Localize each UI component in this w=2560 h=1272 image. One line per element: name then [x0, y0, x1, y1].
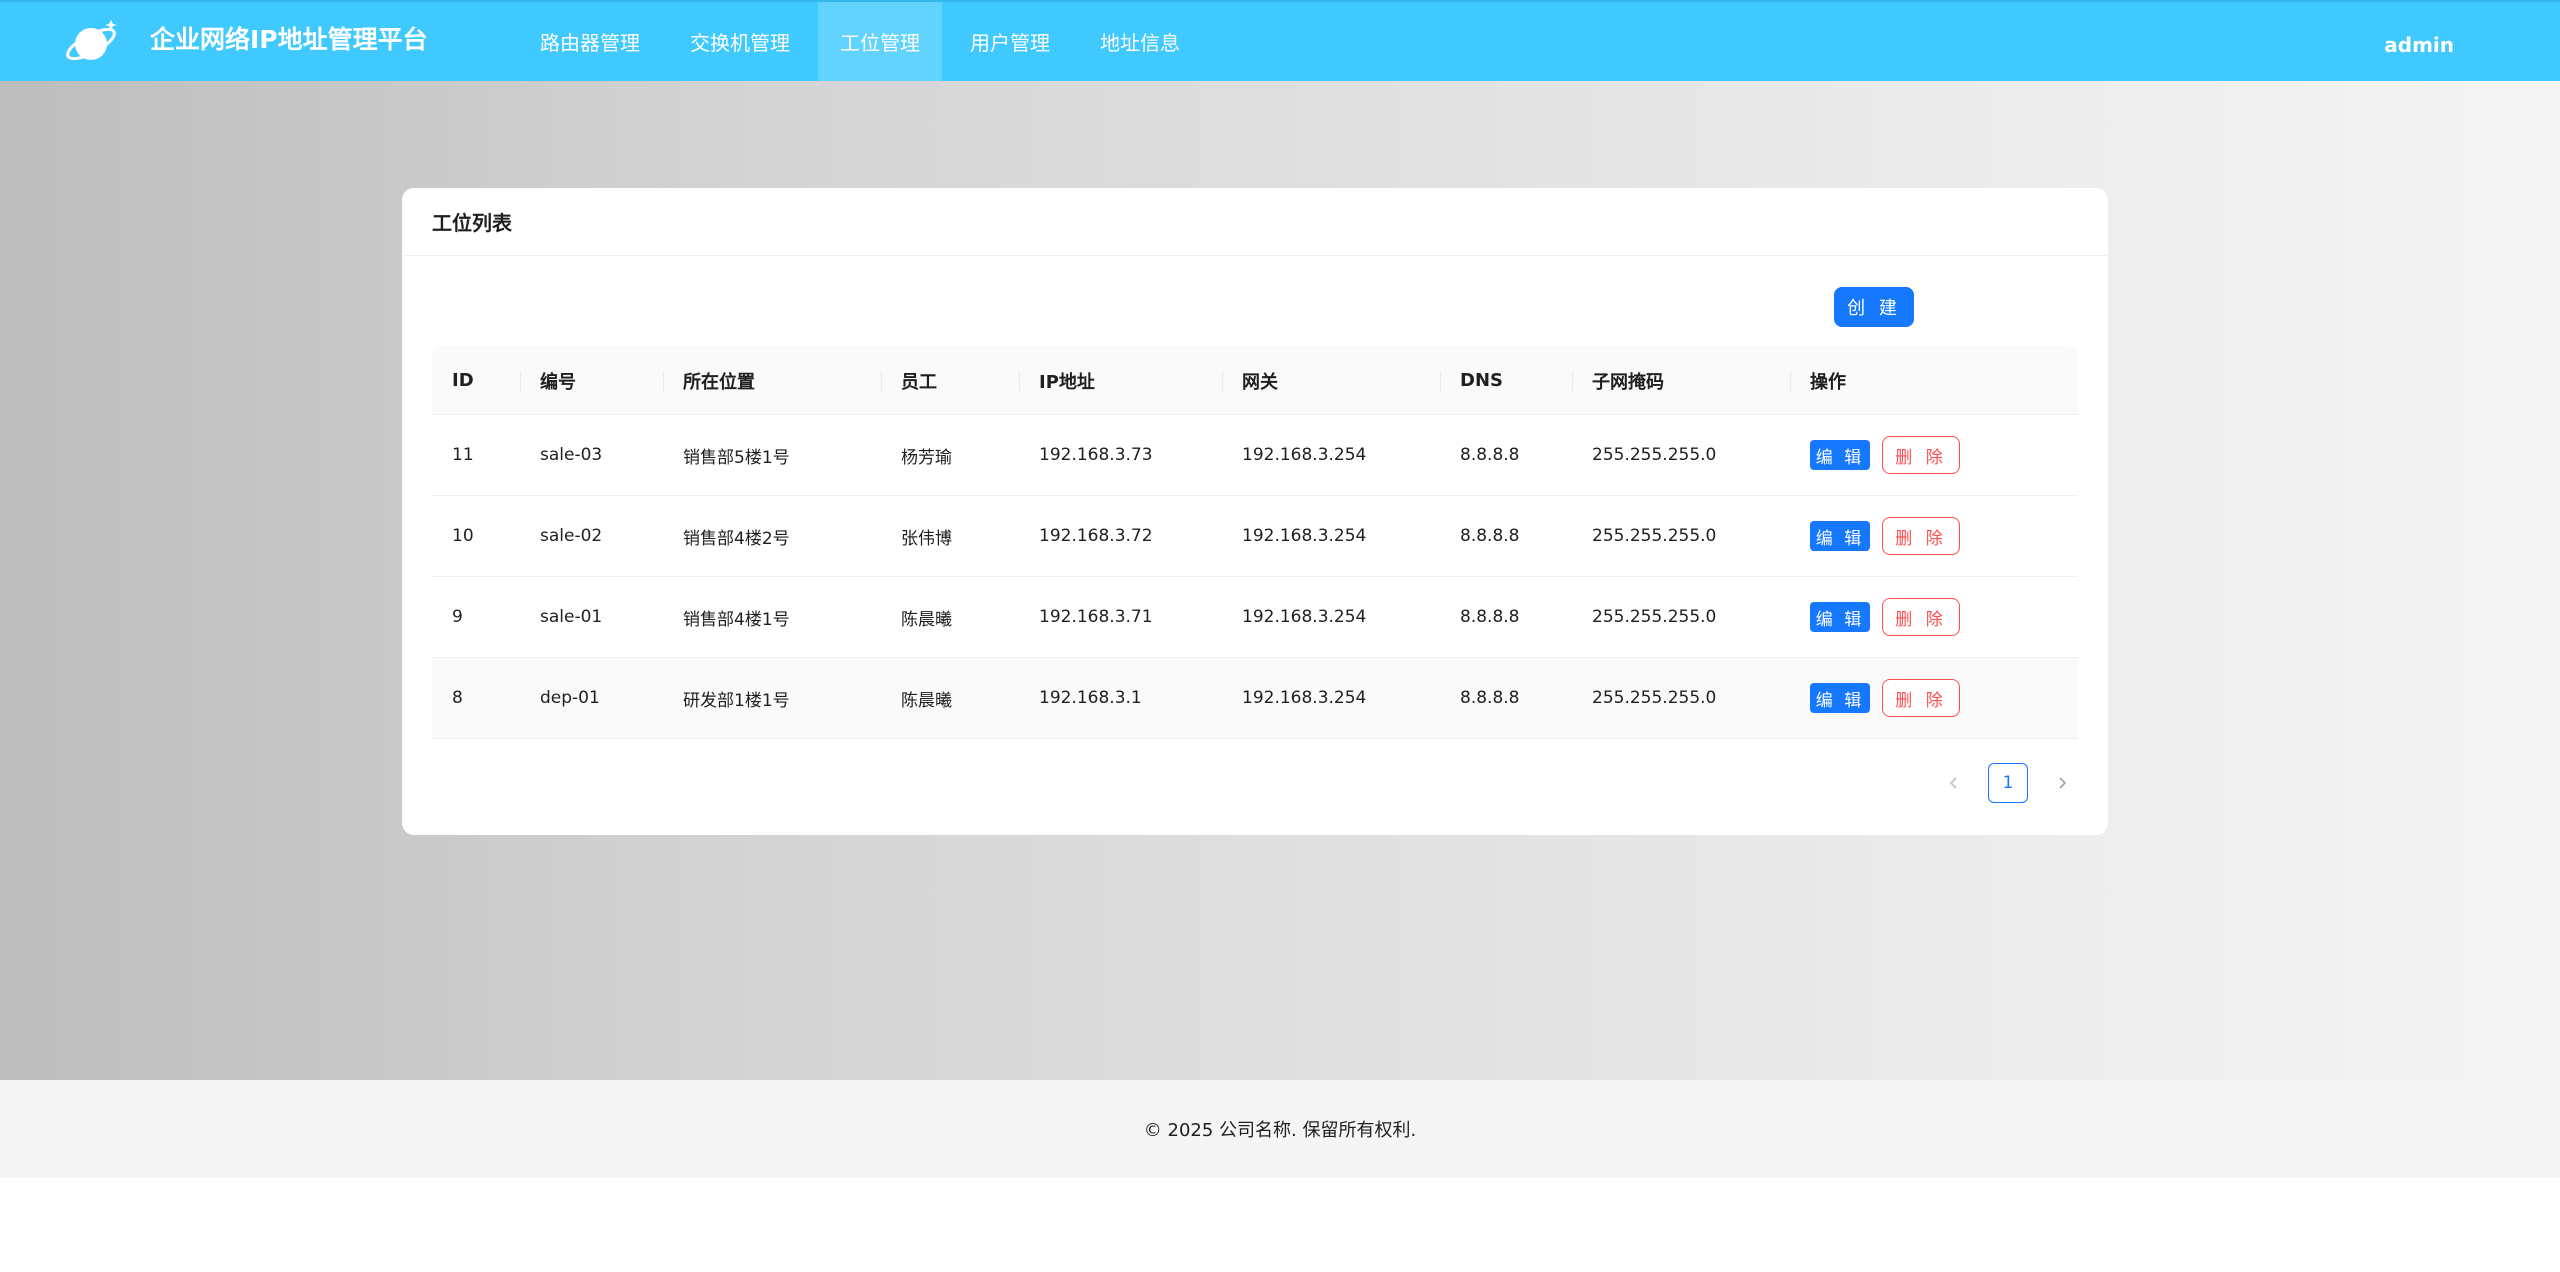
pagination: 1: [1934, 763, 2082, 803]
cell-subnet-mask: 255.255.255.0: [1592, 445, 1717, 465]
cell-dns: 8.8.8.8: [1460, 607, 1520, 627]
create-button[interactable]: 创 建: [1834, 287, 1914, 327]
top-header: 企业网络IP地址管理平台 路由器管理 交换机管理 工位管理 用户管理 地址信息 …: [0, 0, 2560, 81]
edit-button[interactable]: 编 辑: [1810, 602, 1870, 632]
chevron-right-icon[interactable]: [2042, 763, 2082, 803]
card-title: 工位列表: [402, 188, 2108, 256]
column-header-subnet-mask[interactable]: 子网掩码: [1572, 347, 1790, 414]
column-header-actions: 操作: [1790, 347, 2078, 414]
cell-gateway: 192.168.3.254: [1242, 607, 1367, 627]
cell-id: 9: [452, 607, 463, 627]
column-header-id[interactable]: ID: [432, 347, 520, 414]
cell-location: 销售部4楼1号: [683, 609, 790, 630]
cell-id: 10: [452, 526, 474, 546]
workstation-list-card: 工位列表 创 建 ID 编号 所在位置 员工 IP地址 网关 DNS 子网掩码 …: [402, 188, 2108, 835]
table-row: 9 sale-01 销售部4楼1号 陈晨曦 192.168.3.71 192.1…: [432, 577, 2078, 658]
footer: © 2025 公司名称. 保留所有权利.: [0, 1080, 2560, 1178]
planet-logo-icon[interactable]: [64, 16, 120, 68]
column-header-dns[interactable]: DNS: [1440, 347, 1572, 414]
edit-button[interactable]: 编 辑: [1810, 521, 1870, 551]
copyright-text: © 2025 公司名称. 保留所有权利.: [1143, 1120, 1417, 1141]
cell-id: 11: [452, 445, 474, 465]
table-row: 8 dep-01 研发部1楼1号 陈晨曦 192.168.3.1 192.168…: [432, 658, 2078, 739]
column-header-gateway[interactable]: 网关: [1222, 347, 1440, 414]
cell-subnet-mask: 255.255.255.0: [1592, 607, 1717, 627]
cell-code: sale-03: [540, 445, 603, 465]
nav-item-address-info[interactable]: 地址信息: [1078, 2, 1202, 81]
cell-location: 研发部1楼1号: [683, 690, 790, 711]
main-nav: 路由器管理 交换机管理 工位管理 用户管理 地址信息: [518, 2, 1208, 81]
cell-gateway: 192.168.3.254: [1242, 445, 1367, 465]
cell-actions: 编 辑 删 除: [1790, 658, 2078, 738]
table-header: ID 编号 所在位置 员工 IP地址 网关 DNS 子网掩码 操作: [432, 347, 2078, 415]
nav-item-users[interactable]: 用户管理: [948, 2, 1072, 81]
user-menu[interactable]: admin: [2384, 2, 2454, 87]
app-title: 企业网络IP地址管理平台: [150, 25, 428, 54]
table-row: 10 sale-02 销售部4楼2号 张伟博 192.168.3.72 192.…: [432, 496, 2078, 577]
cell-actions: 编 辑 删 除: [1790, 496, 2078, 576]
cell-id: 8: [452, 688, 463, 708]
edit-button[interactable]: 编 辑: [1810, 440, 1870, 470]
cell-code: sale-01: [540, 607, 603, 627]
cell-ip: 192.168.3.73: [1039, 445, 1153, 465]
cell-code: dep-01: [540, 688, 600, 708]
cell-ip: 192.168.3.1: [1039, 688, 1142, 708]
cell-location: 销售部5楼1号: [683, 447, 790, 468]
cell-subnet-mask: 255.255.255.0: [1592, 688, 1717, 708]
cell-gateway: 192.168.3.254: [1242, 688, 1367, 708]
column-header-ip[interactable]: IP地址: [1019, 347, 1222, 414]
cell-employee: 张伟博: [901, 528, 952, 549]
cell-dns: 8.8.8.8: [1460, 445, 1520, 465]
nav-item-switches[interactable]: 交换机管理: [668, 2, 812, 81]
delete-button[interactable]: 删 除: [1882, 436, 1960, 474]
delete-button[interactable]: 删 除: [1882, 679, 1960, 717]
table-row: 11 sale-03 销售部5楼1号 杨芳瑜 192.168.3.73 192.…: [432, 415, 2078, 496]
cell-actions: 编 辑 删 除: [1790, 577, 2078, 657]
nav-item-workstations[interactable]: 工位管理: [818, 2, 942, 81]
nav-item-routers[interactable]: 路由器管理: [518, 2, 662, 81]
column-header-location[interactable]: 所在位置: [663, 347, 881, 414]
cell-location: 销售部4楼2号: [683, 528, 790, 549]
delete-button[interactable]: 删 除: [1882, 598, 1960, 636]
cell-dns: 8.8.8.8: [1460, 688, 1520, 708]
cell-employee: 杨芳瑜: [901, 447, 952, 468]
cell-employee: 陈晨曦: [901, 690, 952, 711]
cell-employee: 陈晨曦: [901, 609, 952, 630]
cell-subnet-mask: 255.255.255.0: [1592, 526, 1717, 546]
main-content: 工位列表 创 建 ID 编号 所在位置 员工 IP地址 网关 DNS 子网掩码 …: [0, 81, 2560, 1080]
column-header-code[interactable]: 编号: [520, 347, 663, 414]
cell-ip: 192.168.3.72: [1039, 526, 1153, 546]
cell-dns: 8.8.8.8: [1460, 526, 1520, 546]
column-header-employee[interactable]: 员工: [881, 347, 1019, 414]
page-1-button[interactable]: 1: [1988, 763, 2028, 803]
delete-button[interactable]: 删 除: [1882, 517, 1960, 555]
cell-code: sale-02: [540, 526, 603, 546]
cell-actions: 编 辑 删 除: [1790, 415, 2078, 495]
chevron-left-icon[interactable]: [1934, 763, 1974, 803]
cell-gateway: 192.168.3.254: [1242, 526, 1367, 546]
cell-ip: 192.168.3.71: [1039, 607, 1153, 627]
edit-button[interactable]: 编 辑: [1810, 683, 1870, 713]
workstation-table: ID 编号 所在位置 员工 IP地址 网关 DNS 子网掩码 操作 11 sal…: [432, 347, 2078, 739]
